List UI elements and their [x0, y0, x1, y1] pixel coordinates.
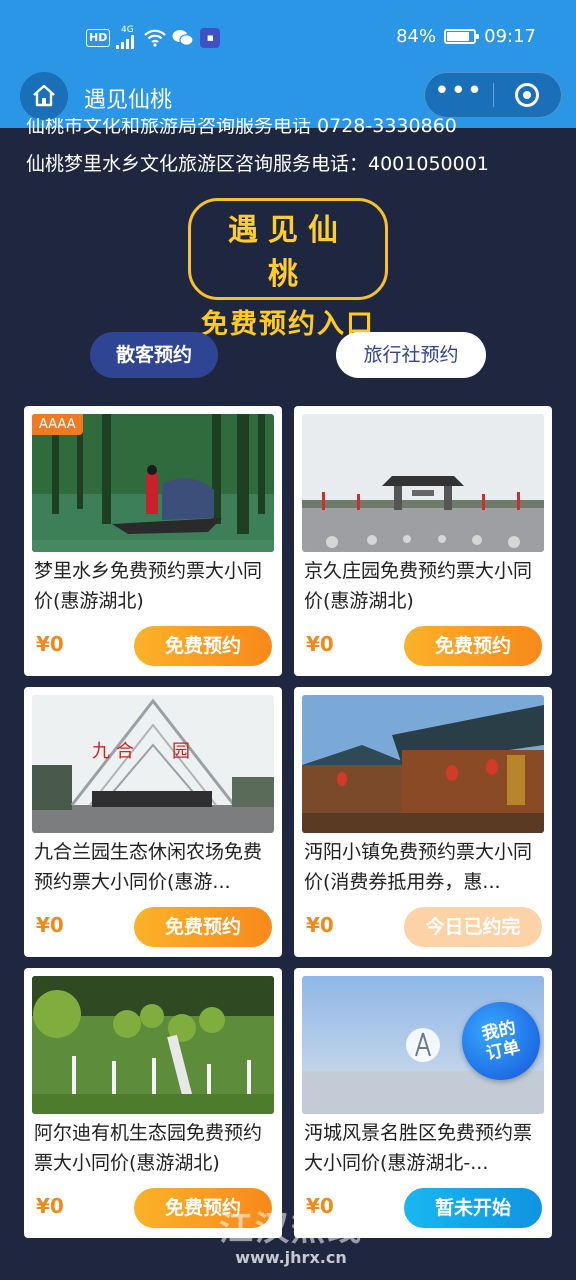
product-card[interactable]: 京久庄园免费预约票大小同价(惠游湖北) ¥0 免费预约 — [294, 406, 552, 676]
rating-badge: AAAA — [32, 414, 83, 435]
home-icon — [33, 84, 55, 107]
scenic-photo-manor-gate — [302, 414, 544, 552]
product-card[interactable]: AAAA 梦里水乡免费预约票大小同价(惠游湖北) ¥0 免费预约 — [24, 406, 282, 676]
card-title: 九合兰园生态休闲农场免费预约票大小同价(惠游... — [34, 841, 263, 893]
watermark-title: 江汉热线 — [219, 1209, 363, 1249]
svg-text:合: 合 — [116, 741, 134, 762]
card-title: 阿尔迪有机生态园免费预约票大小同价(惠游湖北) — [34, 1122, 263, 1174]
not-started-button[interactable]: 暂未开始 — [404, 1188, 542, 1228]
more-menu-button[interactable]: ••• — [425, 73, 493, 117]
scenic-area-phone: 仙桃梦里水乡文化旅游区咨询服务电话：4001050001 — [26, 153, 489, 175]
tab-individual[interactable]: 散客预约 — [90, 332, 218, 378]
price: ¥0 — [306, 913, 334, 937]
svg-text:九: 九 — [92, 741, 110, 762]
logo-title: 遇见仙桃 — [188, 198, 388, 300]
fully-booked-button[interactable]: 今日已约完 — [404, 907, 542, 947]
reserve-button[interactable]: 免费预约 — [134, 907, 272, 947]
clock: 09:17 — [484, 26, 536, 47]
battery-icon — [444, 29, 480, 44]
logo: 遇见仙桃 免费预约入口 — [188, 198, 388, 341]
more-dots-icon: ••• — [434, 76, 484, 106]
card-title: 京久庄园免费预约票大小同价(惠游湖北) — [304, 560, 533, 612]
network-type-icon: 4G — [116, 26, 138, 49]
product-card[interactable]: 九 合 园 九合兰园生态休闲农场免费预约票大小同价(惠游... ¥0 免费预约 — [24, 687, 282, 957]
page-title: 遇见仙桃 — [84, 88, 173, 113]
tourism-bureau-phone: 仙桃市文化和旅游局咨询服务电话 0728-3330860 — [26, 118, 457, 137]
product-card[interactable]: 沔阳小镇免费预约票大小同价(消费券抵用券，惠... ¥0 今日已约完 — [294, 687, 552, 957]
card-title: 梦里水乡免费预约票大小同价(惠游湖北) — [34, 560, 263, 612]
price: ¥0 — [36, 632, 64, 656]
scenic-photo-water-village: AAAA — [32, 414, 274, 552]
watermark-url: www.jhrx.cn — [235, 1248, 347, 1267]
mini-program-capsule: ••• — [424, 72, 562, 118]
home-button[interactable] — [20, 72, 68, 120]
tab-travel-agency[interactable]: 旅行社预约 — [336, 332, 486, 378]
scenic-photo-pear-orchard — [32, 976, 274, 1114]
svg-text:园: 园 — [172, 741, 190, 762]
price: ¥0 — [306, 632, 334, 656]
status-bar: HD 4G ■ 84% 09:17 — [0, 0, 576, 72]
app-notification-icon: ■ — [200, 27, 221, 48]
wechat-icon — [172, 29, 194, 47]
card-title: 沔城风景名胜区免费预约票大小同价(惠游湖北-... — [304, 1122, 533, 1174]
reserve-button[interactable]: 免费预约 — [134, 626, 272, 666]
product-card[interactable]: 阿尔迪有机生态园免费预约票大小同价(惠游湖北) ¥0 免费预约 — [24, 968, 282, 1238]
wifi-icon — [144, 29, 167, 47]
target-icon — [515, 83, 540, 107]
hd-icon: HD — [86, 28, 111, 47]
watermark: 江汉热线 www.jhrx.cn — [206, 1210, 376, 1267]
price: ¥0 — [36, 913, 64, 937]
close-program-button[interactable] — [494, 73, 562, 117]
battery-percent: 84% — [396, 26, 437, 47]
price: ¥0 — [36, 1194, 64, 1218]
reserve-button[interactable]: 免费预约 — [404, 626, 542, 666]
scenic-photo-old-town — [302, 695, 544, 833]
scenic-photo-orchid-farm: 九 合 园 — [32, 695, 274, 833]
card-title: 沔阳小镇免费预约票大小同价(消费券抵用券，惠... — [304, 841, 533, 893]
